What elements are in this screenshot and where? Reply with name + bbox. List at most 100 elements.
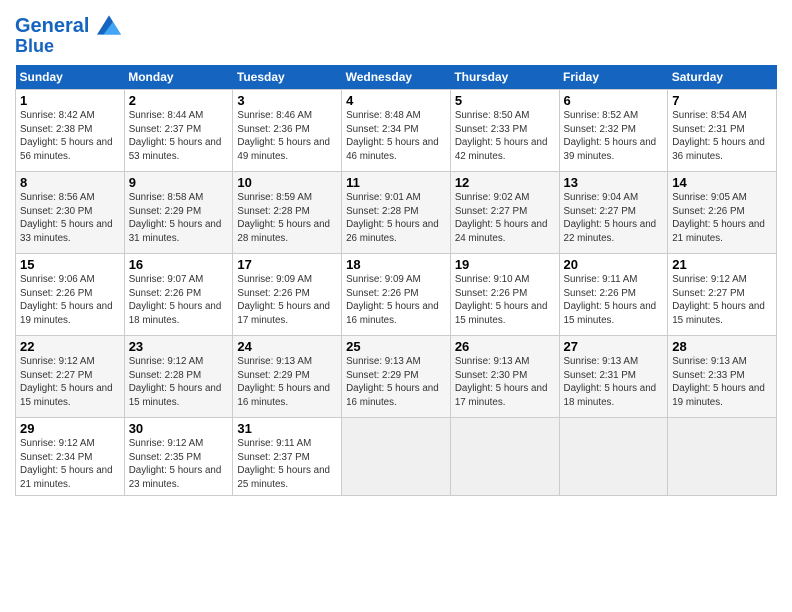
day-info: Sunrise: 9:13 AM Sunset: 2:33 PM Dayligh…	[672, 355, 772, 410]
day-number: 28	[672, 339, 772, 354]
day-number: 20	[564, 257, 664, 272]
day-info: Sunrise: 8:44 AM Sunset: 2:37 PM Dayligh…	[129, 109, 229, 164]
column-header-friday: Friday	[559, 65, 668, 90]
day-number: 6	[564, 93, 664, 108]
calendar-cell: 2 Sunrise: 8:44 AM Sunset: 2:37 PM Dayli…	[124, 89, 233, 171]
day-info: Sunrise: 8:56 AM Sunset: 2:30 PM Dayligh…	[20, 191, 120, 246]
calendar-table: SundayMondayTuesdayWednesdayThursdayFrid…	[15, 65, 777, 496]
calendar-cell: 25 Sunrise: 9:13 AM Sunset: 2:29 PM Dayl…	[342, 335, 451, 417]
calendar-cell: 21 Sunrise: 9:12 AM Sunset: 2:27 PM Dayl…	[668, 253, 777, 335]
day-number: 12	[455, 175, 555, 190]
day-number: 31	[237, 421, 337, 436]
calendar-cell: 31 Sunrise: 9:11 AM Sunset: 2:37 PM Dayl…	[233, 417, 342, 495]
calendar-cell: 11 Sunrise: 9:01 AM Sunset: 2:28 PM Dayl…	[342, 171, 451, 253]
calendar-cell: 8 Sunrise: 8:56 AM Sunset: 2:30 PM Dayli…	[16, 171, 125, 253]
day-number: 1	[20, 93, 120, 108]
day-number: 16	[129, 257, 229, 272]
calendar-cell: 1 Sunrise: 8:42 AM Sunset: 2:38 PM Dayli…	[16, 89, 125, 171]
day-number: 21	[672, 257, 772, 272]
calendar-cell: 5 Sunrise: 8:50 AM Sunset: 2:33 PM Dayli…	[450, 89, 559, 171]
calendar-cell: 13 Sunrise: 9:04 AM Sunset: 2:27 PM Dayl…	[559, 171, 668, 253]
day-info: Sunrise: 8:52 AM Sunset: 2:32 PM Dayligh…	[564, 109, 664, 164]
day-info: Sunrise: 8:59 AM Sunset: 2:28 PM Dayligh…	[237, 191, 337, 246]
day-number: 27	[564, 339, 664, 354]
day-info: Sunrise: 9:04 AM Sunset: 2:27 PM Dayligh…	[564, 191, 664, 246]
day-info: Sunrise: 8:48 AM Sunset: 2:34 PM Dayligh…	[346, 109, 446, 164]
calendar-cell: 30 Sunrise: 9:12 AM Sunset: 2:35 PM Dayl…	[124, 417, 233, 495]
calendar-cell: 4 Sunrise: 8:48 AM Sunset: 2:34 PM Dayli…	[342, 89, 451, 171]
day-number: 24	[237, 339, 337, 354]
day-number: 4	[346, 93, 446, 108]
day-number: 26	[455, 339, 555, 354]
day-number: 7	[672, 93, 772, 108]
header-row: SundayMondayTuesdayWednesdayThursdayFrid…	[16, 65, 777, 90]
calendar-cell: 29 Sunrise: 9:12 AM Sunset: 2:34 PM Dayl…	[16, 417, 125, 495]
day-number: 22	[20, 339, 120, 354]
day-info: Sunrise: 8:58 AM Sunset: 2:29 PM Dayligh…	[129, 191, 229, 246]
calendar-cell: 16 Sunrise: 9:07 AM Sunset: 2:26 PM Dayl…	[124, 253, 233, 335]
day-info: Sunrise: 8:46 AM Sunset: 2:36 PM Dayligh…	[237, 109, 337, 164]
calendar-cell: 9 Sunrise: 8:58 AM Sunset: 2:29 PM Dayli…	[124, 171, 233, 253]
day-number: 18	[346, 257, 446, 272]
day-number: 29	[20, 421, 120, 436]
calendar-body: 1 Sunrise: 8:42 AM Sunset: 2:38 PM Dayli…	[16, 89, 777, 495]
day-info: Sunrise: 9:12 AM Sunset: 2:28 PM Dayligh…	[129, 355, 229, 410]
day-number: 11	[346, 175, 446, 190]
calendar-cell: 7 Sunrise: 8:54 AM Sunset: 2:31 PM Dayli…	[668, 89, 777, 171]
day-number: 13	[564, 175, 664, 190]
calendar-cell: 12 Sunrise: 9:02 AM Sunset: 2:27 PM Dayl…	[450, 171, 559, 253]
day-number: 2	[129, 93, 229, 108]
day-number: 3	[237, 93, 337, 108]
calendar-header: SundayMondayTuesdayWednesdayThursdayFrid…	[16, 65, 777, 90]
day-info: Sunrise: 9:10 AM Sunset: 2:26 PM Dayligh…	[455, 273, 555, 328]
calendar-cell	[559, 417, 668, 495]
column-header-thursday: Thursday	[450, 65, 559, 90]
calendar-cell	[668, 417, 777, 495]
calendar-cell: 28 Sunrise: 9:13 AM Sunset: 2:33 PM Dayl…	[668, 335, 777, 417]
day-info: Sunrise: 8:50 AM Sunset: 2:33 PM Dayligh…	[455, 109, 555, 164]
calendar-cell: 17 Sunrise: 9:09 AM Sunset: 2:26 PM Dayl…	[233, 253, 342, 335]
day-info: Sunrise: 9:12 AM Sunset: 2:34 PM Dayligh…	[20, 437, 120, 492]
logo-text: General	[15, 15, 121, 37]
day-info: Sunrise: 9:12 AM Sunset: 2:27 PM Dayligh…	[672, 273, 772, 328]
day-number: 5	[455, 93, 555, 108]
day-number: 30	[129, 421, 229, 436]
header: General Blue	[15, 10, 777, 57]
calendar-cell: 6 Sunrise: 8:52 AM Sunset: 2:32 PM Dayli…	[559, 89, 668, 171]
column-header-monday: Monday	[124, 65, 233, 90]
day-info: Sunrise: 9:13 AM Sunset: 2:31 PM Dayligh…	[564, 355, 664, 410]
day-info: Sunrise: 9:06 AM Sunset: 2:26 PM Dayligh…	[20, 273, 120, 328]
day-number: 17	[237, 257, 337, 272]
calendar-cell: 18 Sunrise: 9:09 AM Sunset: 2:26 PM Dayl…	[342, 253, 451, 335]
calendar-cell	[450, 417, 559, 495]
calendar-cell: 26 Sunrise: 9:13 AM Sunset: 2:30 PM Dayl…	[450, 335, 559, 417]
day-info: Sunrise: 9:13 AM Sunset: 2:29 PM Dayligh…	[346, 355, 446, 410]
day-number: 14	[672, 175, 772, 190]
calendar-cell: 3 Sunrise: 8:46 AM Sunset: 2:36 PM Dayli…	[233, 89, 342, 171]
logo-blue: Blue	[15, 37, 121, 57]
column-header-tuesday: Tuesday	[233, 65, 342, 90]
day-info: Sunrise: 9:09 AM Sunset: 2:26 PM Dayligh…	[237, 273, 337, 328]
main-container: General Blue SundayMondayTuesdayWednesda…	[0, 0, 792, 506]
day-info: Sunrise: 9:13 AM Sunset: 2:29 PM Dayligh…	[237, 355, 337, 410]
calendar-cell: 20 Sunrise: 9:11 AM Sunset: 2:26 PM Dayl…	[559, 253, 668, 335]
day-info: Sunrise: 8:42 AM Sunset: 2:38 PM Dayligh…	[20, 109, 120, 164]
day-number: 8	[20, 175, 120, 190]
column-header-sunday: Sunday	[16, 65, 125, 90]
day-info: Sunrise: 9:07 AM Sunset: 2:26 PM Dayligh…	[129, 273, 229, 328]
calendar-cell: 10 Sunrise: 8:59 AM Sunset: 2:28 PM Dayl…	[233, 171, 342, 253]
day-info: Sunrise: 9:12 AM Sunset: 2:27 PM Dayligh…	[20, 355, 120, 410]
day-number: 23	[129, 339, 229, 354]
day-info: Sunrise: 9:02 AM Sunset: 2:27 PM Dayligh…	[455, 191, 555, 246]
logo: General Blue	[15, 15, 121, 57]
calendar-cell: 14 Sunrise: 9:05 AM Sunset: 2:26 PM Dayl…	[668, 171, 777, 253]
column-header-saturday: Saturday	[668, 65, 777, 90]
day-info: Sunrise: 9:11 AM Sunset: 2:37 PM Dayligh…	[237, 437, 337, 492]
day-info: Sunrise: 9:09 AM Sunset: 2:26 PM Dayligh…	[346, 273, 446, 328]
day-info: Sunrise: 8:54 AM Sunset: 2:31 PM Dayligh…	[672, 109, 772, 164]
calendar-cell: 15 Sunrise: 9:06 AM Sunset: 2:26 PM Dayl…	[16, 253, 125, 335]
calendar-cell: 22 Sunrise: 9:12 AM Sunset: 2:27 PM Dayl…	[16, 335, 125, 417]
day-number: 10	[237, 175, 337, 190]
day-number: 25	[346, 339, 446, 354]
day-info: Sunrise: 9:13 AM Sunset: 2:30 PM Dayligh…	[455, 355, 555, 410]
